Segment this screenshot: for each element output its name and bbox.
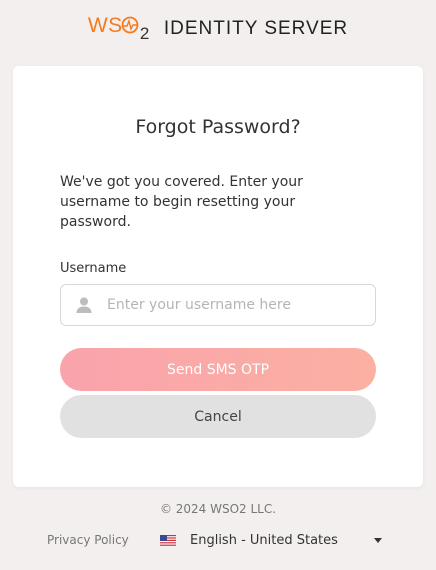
wso2-logo: WS 2 xyxy=(88,14,152,44)
username-input[interactable] xyxy=(105,296,369,314)
username-field[interactable] xyxy=(60,284,376,326)
send-sms-otp-button[interactable]: Send SMS OTP xyxy=(60,348,376,391)
cancel-button[interactable]: Cancel xyxy=(60,395,376,438)
logo-two-text: 2 xyxy=(139,24,150,43)
logo-wso-text: WS xyxy=(87,14,123,37)
product-logo: WS 2 IDENTITY SERVER xyxy=(0,14,436,44)
user-icon xyxy=(76,297,92,313)
us-flag-icon xyxy=(160,534,176,546)
forgot-password-card: Forgot Password? We've got you covered. … xyxy=(13,66,423,487)
privacy-policy-link[interactable]: Privacy Policy xyxy=(47,533,129,547)
username-label: Username xyxy=(60,261,127,276)
chevron-down-icon xyxy=(374,538,382,543)
logo-pulse-icon xyxy=(121,16,139,34)
page-title: Forgot Password? xyxy=(135,116,301,138)
form-description: We've got you covered. Enter your userna… xyxy=(60,174,303,230)
copyright-text: © 2024 WSO2 LLC. xyxy=(159,502,277,516)
language-selector[interactable]: English - United States xyxy=(160,530,386,550)
language-label: English - United States xyxy=(190,532,338,548)
logo-product-name: IDENTITY SERVER xyxy=(163,18,349,39)
footer: Privacy Policy English - United States xyxy=(0,528,436,552)
